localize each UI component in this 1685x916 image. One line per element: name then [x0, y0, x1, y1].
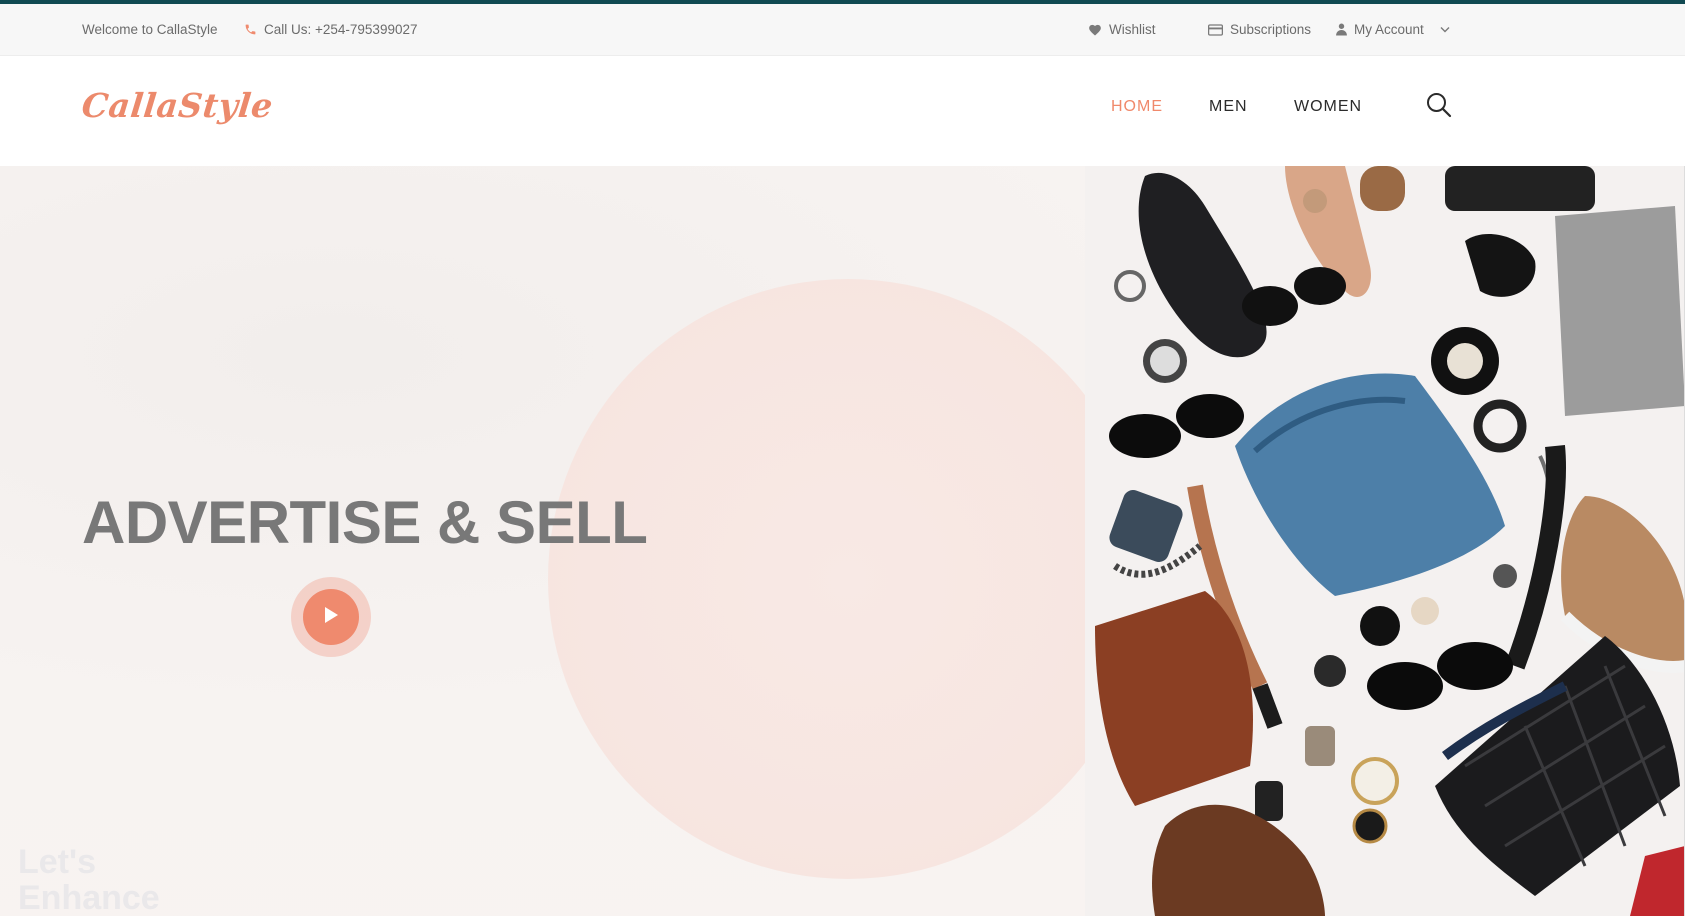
wishlist-label: Wishlist — [1109, 22, 1156, 37]
heart-icon — [1088, 23, 1102, 36]
phone-number: Call Us: +254-795399027 — [264, 22, 418, 37]
chevron-down-icon — [1440, 26, 1450, 33]
phone-icon — [244, 23, 257, 36]
search-button[interactable] — [1426, 92, 1456, 122]
faded-hero-text: Let's Enhance — [18, 844, 160, 916]
nav-women[interactable]: WOMEN — [1294, 98, 1362, 116]
faded-text-line-1: Let's — [18, 843, 96, 881]
subscriptions-link[interactable]: Subscriptions — [1208, 4, 1311, 55]
user-icon — [1336, 23, 1347, 36]
hero-decorative-circle — [548, 279, 1148, 879]
fashion-accessories-image — [1085, 166, 1685, 916]
faded-text-line-2: Enhance — [18, 879, 160, 916]
site-header: CallaStyle HOME MEN WOMEN — [0, 56, 1685, 166]
card-icon — [1208, 23, 1223, 36]
logo[interactable]: CallaStyle — [80, 86, 275, 125]
search-icon — [1426, 93, 1452, 122]
play-video-button[interactable] — [291, 577, 371, 657]
play-icon — [322, 605, 340, 630]
top-utility-bar: Welcome to CallaStyle Call Us: +254-7953… — [0, 4, 1685, 56]
nav-home[interactable]: HOME — [1111, 98, 1163, 116]
my-account-dropdown[interactable]: My Account — [1336, 4, 1450, 55]
play-button-core — [303, 589, 359, 645]
subscriptions-label: Subscriptions — [1230, 22, 1312, 37]
nav-men[interactable]: MEN — [1209, 98, 1248, 116]
phone-contact[interactable]: Call Us: +254-795399027 — [244, 4, 417, 55]
hero-title: ADVERTISE & SELL — [82, 489, 648, 556]
my-account-label: My Account — [1354, 22, 1424, 37]
wishlist-link[interactable]: Wishlist — [1088, 4, 1156, 55]
welcome-text: Welcome to CallaStyle — [82, 22, 218, 37]
hero-banner: ADVERTISE & SELL Let's Enhance — [0, 166, 1685, 916]
